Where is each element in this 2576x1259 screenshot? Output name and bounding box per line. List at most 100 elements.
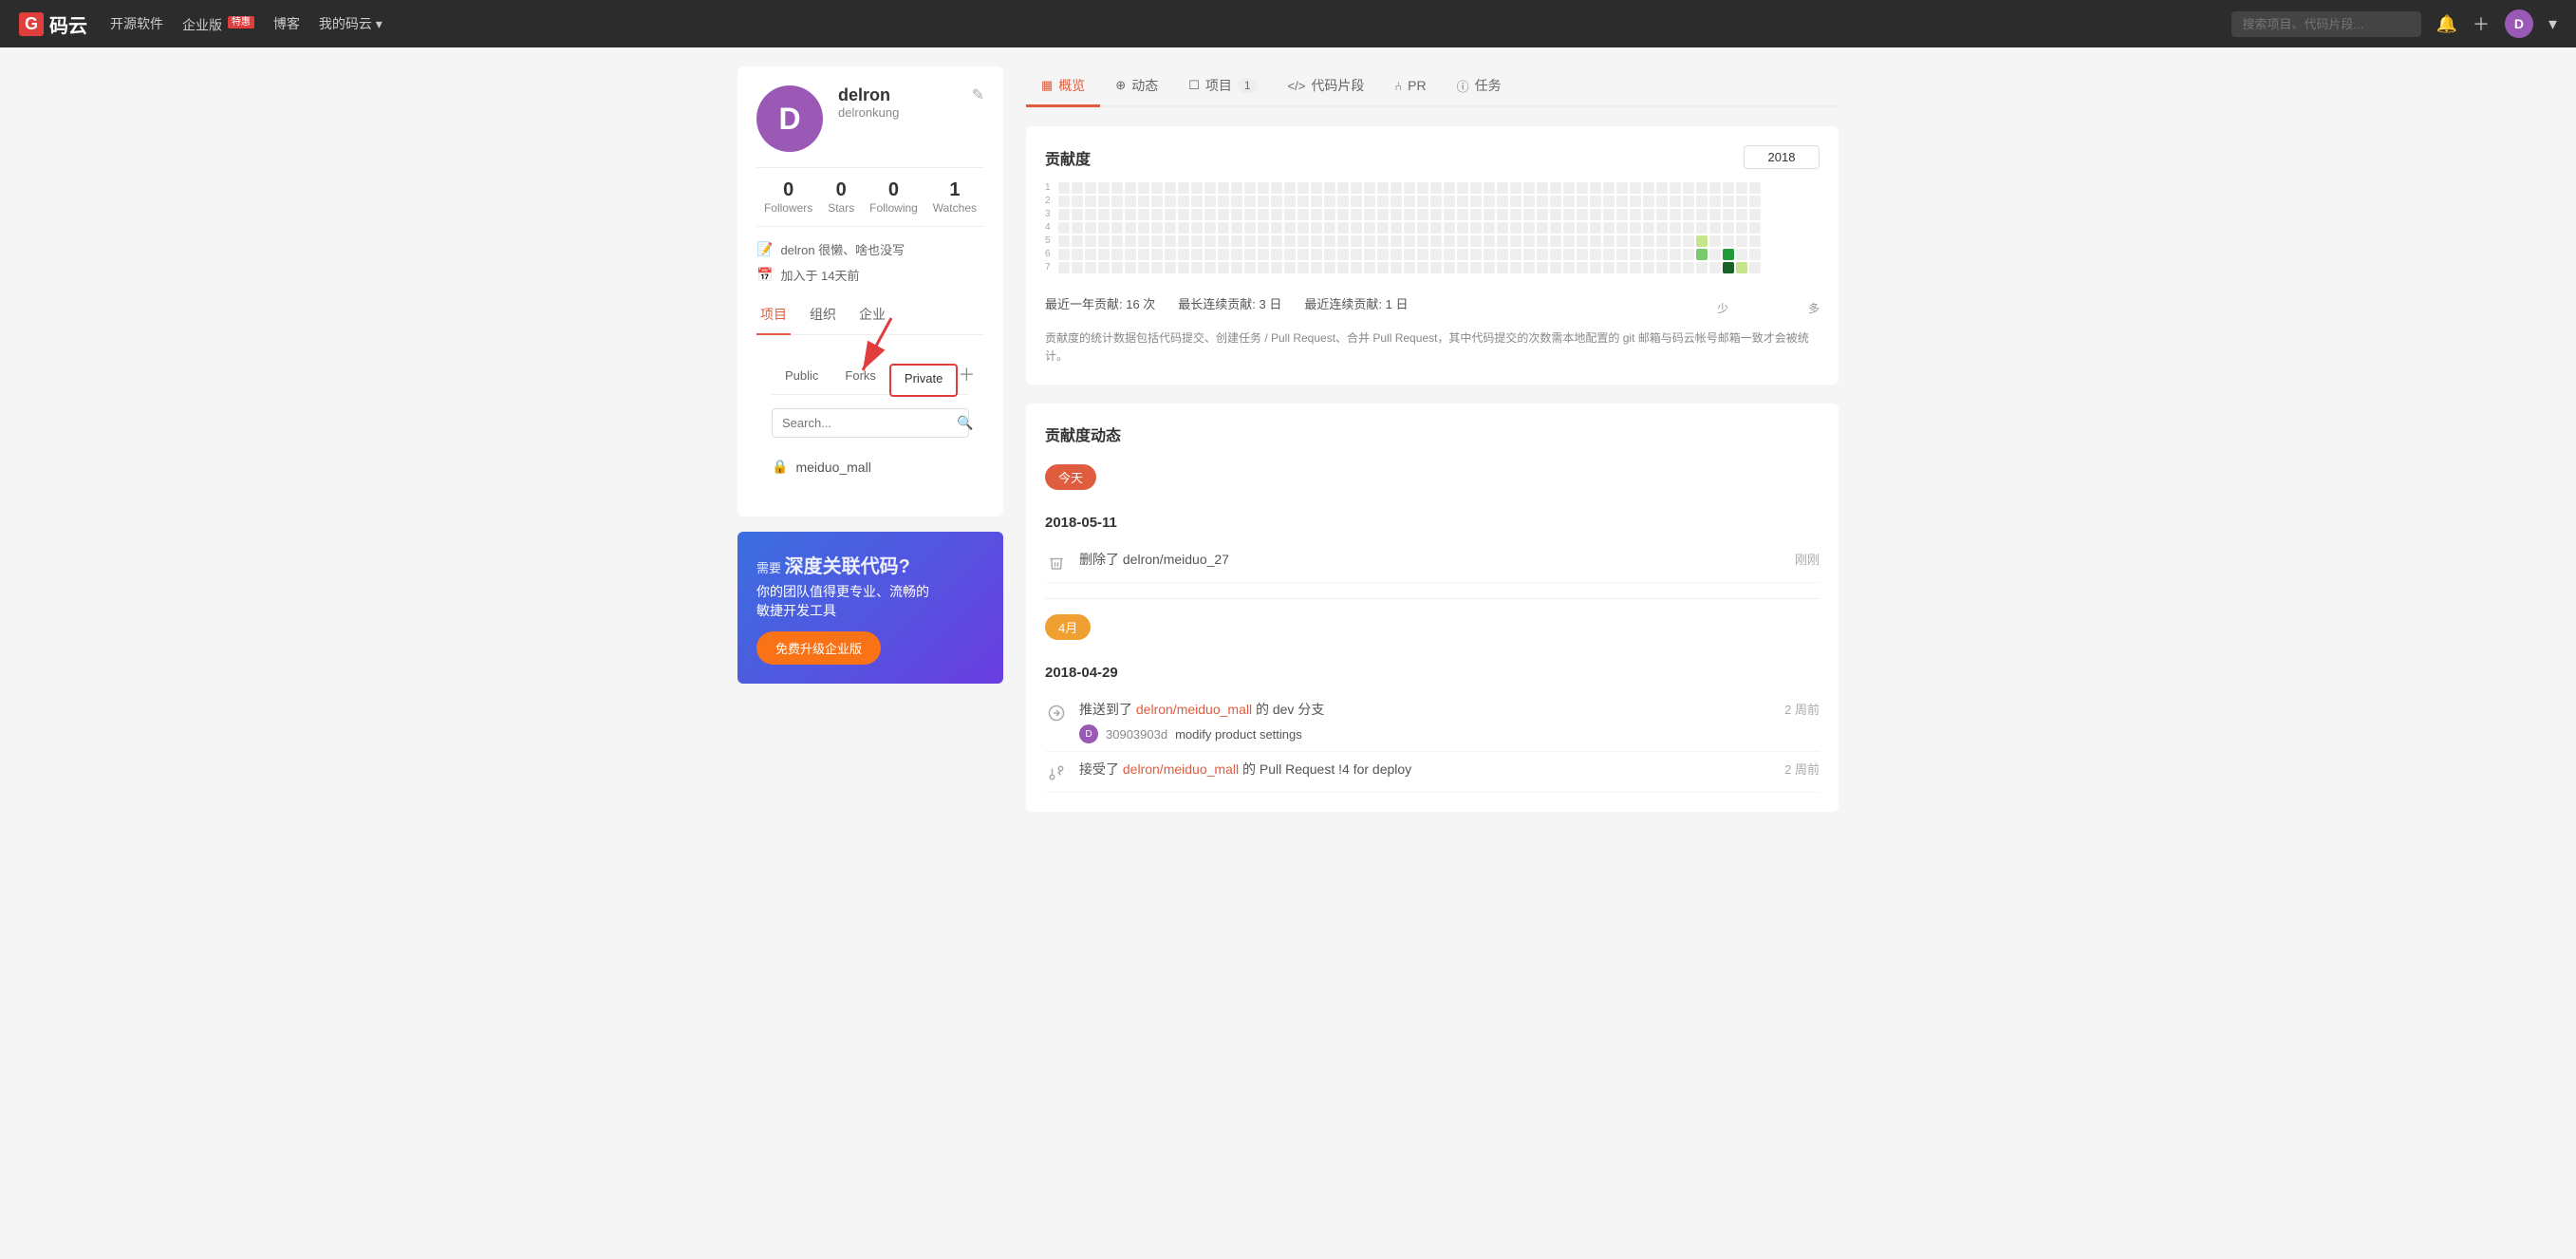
heatmap-cell[interactable] — [1364, 209, 1375, 220]
heatmap-cell[interactable] — [1444, 249, 1455, 260]
heatmap-cell[interactable] — [1643, 235, 1654, 247]
heatmap-cell[interactable] — [1058, 235, 1070, 247]
heatmap-cell[interactable] — [1231, 235, 1242, 247]
heatmap-cell[interactable] — [1484, 222, 1495, 234]
heatmap-cell[interactable] — [1683, 182, 1694, 194]
heatmap-cell[interactable] — [1178, 196, 1189, 207]
heatmap-cell[interactable] — [1643, 222, 1654, 234]
heatmap-cell[interactable] — [1656, 235, 1668, 247]
heatmap-cell[interactable] — [1098, 249, 1110, 260]
heatmap-cell[interactable] — [1563, 235, 1575, 247]
heatmap-cell[interactable] — [1271, 222, 1282, 234]
heatmap-cell[interactable] — [1417, 249, 1428, 260]
heatmap-cell[interactable] — [1258, 249, 1269, 260]
heatmap-cell[interactable] — [1191, 196, 1203, 207]
tab-pr[interactable]: ⑃ PR — [1379, 68, 1441, 105]
heatmap-cell[interactable] — [1377, 222, 1389, 234]
heatmap-cell[interactable] — [1204, 222, 1216, 234]
heatmap-cell[interactable] — [1696, 262, 1708, 273]
heatmap-cell[interactable] — [1736, 262, 1747, 273]
heatmap-cell[interactable] — [1590, 222, 1601, 234]
heatmap-cell[interactable] — [1537, 249, 1548, 260]
heatmap-cell[interactable] — [1696, 249, 1708, 260]
heatmap-cell[interactable] — [1364, 182, 1375, 194]
heatmap-cell[interactable] — [1696, 222, 1708, 234]
heatmap-cell[interactable] — [1670, 209, 1681, 220]
heatmap-cell[interactable] — [1550, 222, 1561, 234]
stat-following[interactable]: 0 Following — [869, 179, 918, 215]
heatmap-cell[interactable] — [1191, 249, 1203, 260]
heatmap-cell[interactable] — [1377, 196, 1389, 207]
heatmap-cell[interactable] — [1616, 235, 1628, 247]
heatmap-cell[interactable] — [1749, 262, 1761, 273]
heatmap-cell[interactable] — [1058, 196, 1070, 207]
heatmap-cell[interactable] — [1603, 182, 1615, 194]
heatmap-cell[interactable] — [1523, 249, 1535, 260]
heatmap-cell[interactable] — [1218, 235, 1229, 247]
heatmap-cell[interactable] — [1656, 182, 1668, 194]
heatmap-cell[interactable] — [1497, 196, 1508, 207]
heatmap-cell[interactable] — [1258, 222, 1269, 234]
heatmap-cell[interactable] — [1537, 182, 1548, 194]
add-repo-button[interactable]: ＋ — [958, 362, 975, 394]
heatmap-cell[interactable] — [1218, 262, 1229, 273]
heatmap-cell[interactable] — [1444, 209, 1455, 220]
heatmap-cell[interactable] — [1577, 196, 1588, 207]
heatmap-cell[interactable] — [1231, 262, 1242, 273]
heatmap-cell[interactable] — [1550, 196, 1561, 207]
heatmap-cell[interactable] — [1377, 235, 1389, 247]
heatmap-cell[interactable] — [1709, 182, 1721, 194]
heatmap-cell[interactable] — [1085, 182, 1096, 194]
heatmap-cell[interactable] — [1749, 182, 1761, 194]
heatmap-cell[interactable] — [1656, 222, 1668, 234]
heatmap-cell[interactable] — [1165, 262, 1176, 273]
heatmap-cell[interactable] — [1391, 209, 1402, 220]
heatmap-cell[interactable] — [1151, 262, 1163, 273]
heatmap-cell[interactable] — [1603, 222, 1615, 234]
heatmap-cell[interactable] — [1151, 209, 1163, 220]
heatmap-cell[interactable] — [1271, 182, 1282, 194]
heatmap-cell[interactable] — [1430, 209, 1442, 220]
heatmap-cell[interactable] — [1510, 182, 1521, 194]
heatmap-cell[interactable] — [1324, 209, 1335, 220]
heatmap-cell[interactable] — [1098, 262, 1110, 273]
heatmap-cell[interactable] — [1577, 182, 1588, 194]
heatmap-cell[interactable] — [1563, 262, 1575, 273]
heatmap-cell[interactable] — [1111, 235, 1123, 247]
heatmap-cell[interactable] — [1643, 182, 1654, 194]
heatmap-cell[interactable] — [1616, 262, 1628, 273]
heatmap-cell[interactable] — [1204, 262, 1216, 273]
heatmap-cell[interactable] — [1284, 235, 1296, 247]
heatmap-cell[interactable] — [1165, 209, 1176, 220]
heatmap-cell[interactable] — [1616, 196, 1628, 207]
heatmap-cell[interactable] — [1417, 196, 1428, 207]
heatmap-cell[interactable] — [1630, 222, 1641, 234]
heatmap-cell[interactable] — [1351, 249, 1362, 260]
heatmap-cell[interactable] — [1111, 209, 1123, 220]
tab-snippets[interactable]: </> 代码片段 — [1273, 66, 1380, 107]
heatmap-cell[interactable] — [1563, 222, 1575, 234]
user-avatar[interactable]: D — [2505, 9, 2533, 38]
push-link[interactable]: delron/meiduo_mall — [1136, 702, 1252, 717]
heatmap-cell[interactable] — [1311, 222, 1322, 234]
heatmap-cell[interactable] — [1470, 196, 1482, 207]
heatmap-cell[interactable] — [1098, 235, 1110, 247]
heatmap-cell[interactable] — [1749, 235, 1761, 247]
heatmap-cell[interactable] — [1484, 196, 1495, 207]
heatmap-cell[interactable] — [1111, 222, 1123, 234]
heatmap-cell[interactable] — [1497, 235, 1508, 247]
heatmap-cell[interactable] — [1430, 262, 1442, 273]
heatmap-cell[interactable] — [1656, 249, 1668, 260]
heatmap-cell[interactable] — [1218, 196, 1229, 207]
heatmap-cell[interactable] — [1590, 249, 1601, 260]
heatmap-cell[interactable] — [1550, 209, 1561, 220]
heatmap-cell[interactable] — [1550, 249, 1561, 260]
heatmap-cell[interactable] — [1072, 222, 1083, 234]
heatmap-cell[interactable] — [1231, 209, 1242, 220]
heatmap-cell[interactable] — [1391, 222, 1402, 234]
heatmap-cell[interactable] — [1523, 209, 1535, 220]
heatmap-cell[interactable] — [1178, 235, 1189, 247]
heatmap-cell[interactable] — [1630, 209, 1641, 220]
upgrade-button[interactable]: 免费升级企业版 — [756, 631, 881, 665]
heatmap-cell[interactable] — [1563, 249, 1575, 260]
